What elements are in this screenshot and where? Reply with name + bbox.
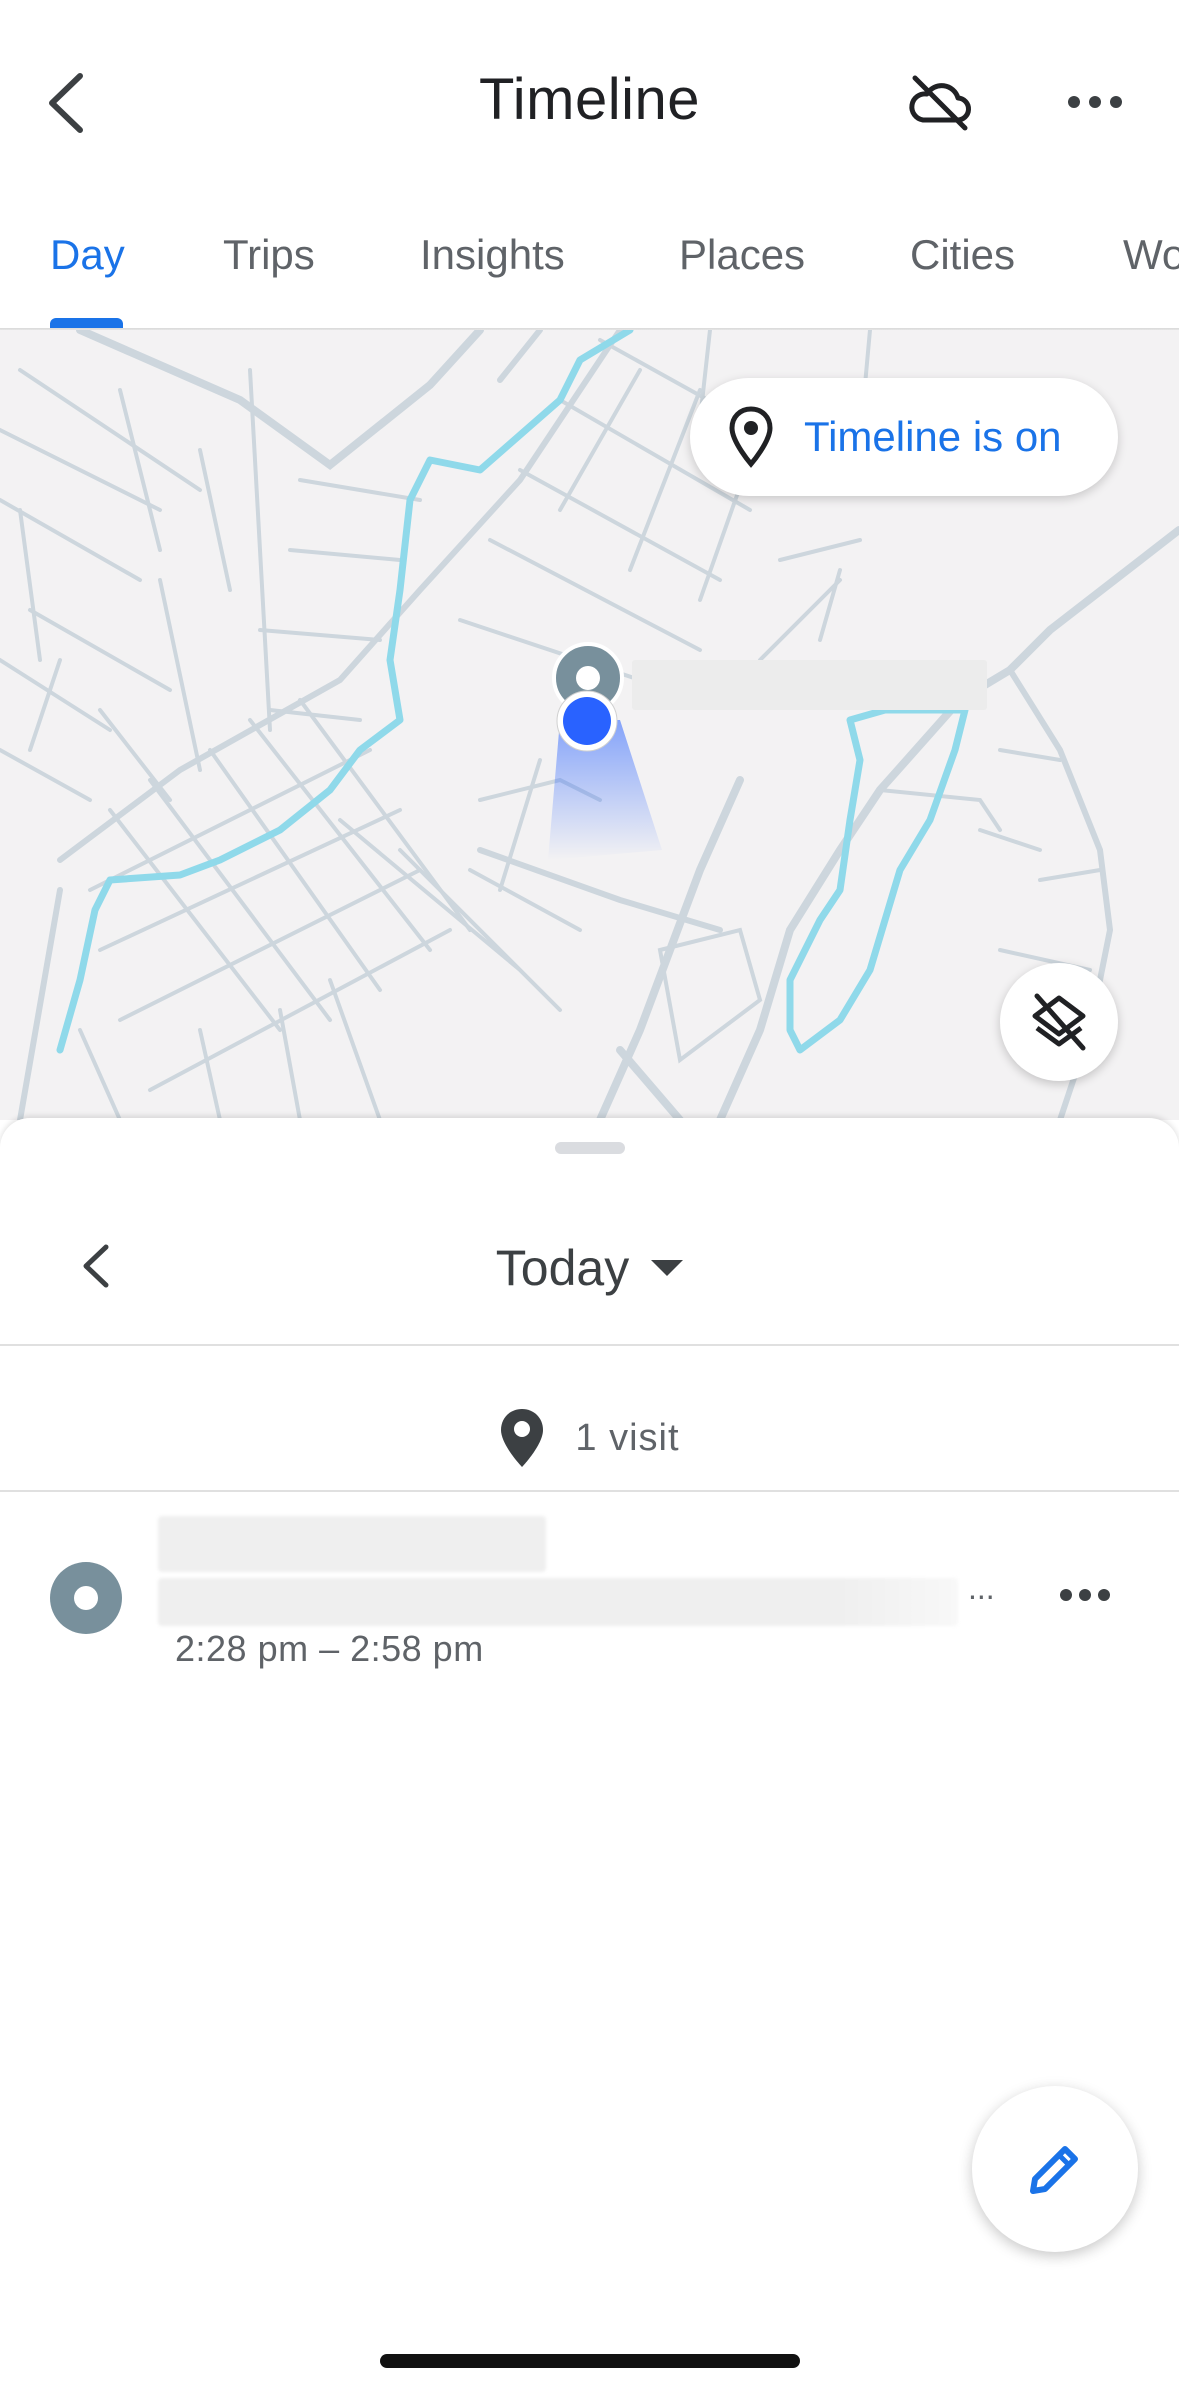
map-pin-icon — [726, 402, 776, 472]
tab-bar: Day Trips Insights Places Cities Wo — [0, 210, 1179, 330]
tab-insights[interactable]: Insights — [420, 210, 565, 330]
caret-down-icon — [651, 1260, 684, 1276]
tab-world[interactable]: Wo — [1123, 210, 1179, 330]
visit-time-range: 2:28 pm – 2:58 pm — [175, 1628, 484, 1669]
date-label: Today — [495, 1240, 630, 1296]
edit-button[interactable] — [972, 2086, 1138, 2252]
home-indicator[interactable] — [380, 2354, 800, 2368]
tab-trips[interactable]: Trips — [223, 210, 315, 330]
tab-cities[interactable]: Cities — [910, 210, 1015, 330]
divider — [0, 1344, 1179, 1346]
day-summary: 1 visit — [0, 1368, 1179, 1508]
visit-count: 1 visit — [575, 1416, 680, 1459]
date-selector[interactable]: Today — [0, 1218, 1179, 1318]
cloud-backup-button[interactable] — [895, 62, 985, 142]
truncation-ellipsis: ... — [968, 1570, 995, 1606]
visit-marker-icon — [50, 1562, 122, 1634]
redacted-place-name — [158, 1516, 546, 1572]
place-marker-icon — [501, 1409, 544, 1467]
timeline-status-chip[interactable]: Timeline is on — [690, 378, 1118, 496]
more-horizontal-icon — [1068, 96, 1122, 108]
more-horizontal-icon — [1060, 1589, 1110, 1601]
top-app-bar: Timeline — [0, 0, 1179, 200]
visit-more-button[interactable] — [1040, 1560, 1130, 1630]
tab-day[interactable]: Day — [50, 210, 125, 330]
layers-toggle-button[interactable] — [1000, 963, 1118, 1081]
tab-places[interactable]: Places — [679, 210, 805, 330]
divider — [0, 1490, 1179, 1492]
redacted-place-address — [158, 1578, 958, 1626]
layers-off-icon — [1032, 993, 1086, 1051]
edit-pencil-icon — [1030, 2146, 1078, 2194]
page-title: Timeline — [478, 67, 701, 132]
more-options-button[interactable] — [1050, 62, 1140, 142]
cloud-off-icon — [909, 75, 971, 131]
timeline-status-label: Timeline is on — [804, 413, 1062, 460]
current-location-icon — [556, 690, 618, 752]
drag-handle[interactable] — [555, 1142, 625, 1154]
